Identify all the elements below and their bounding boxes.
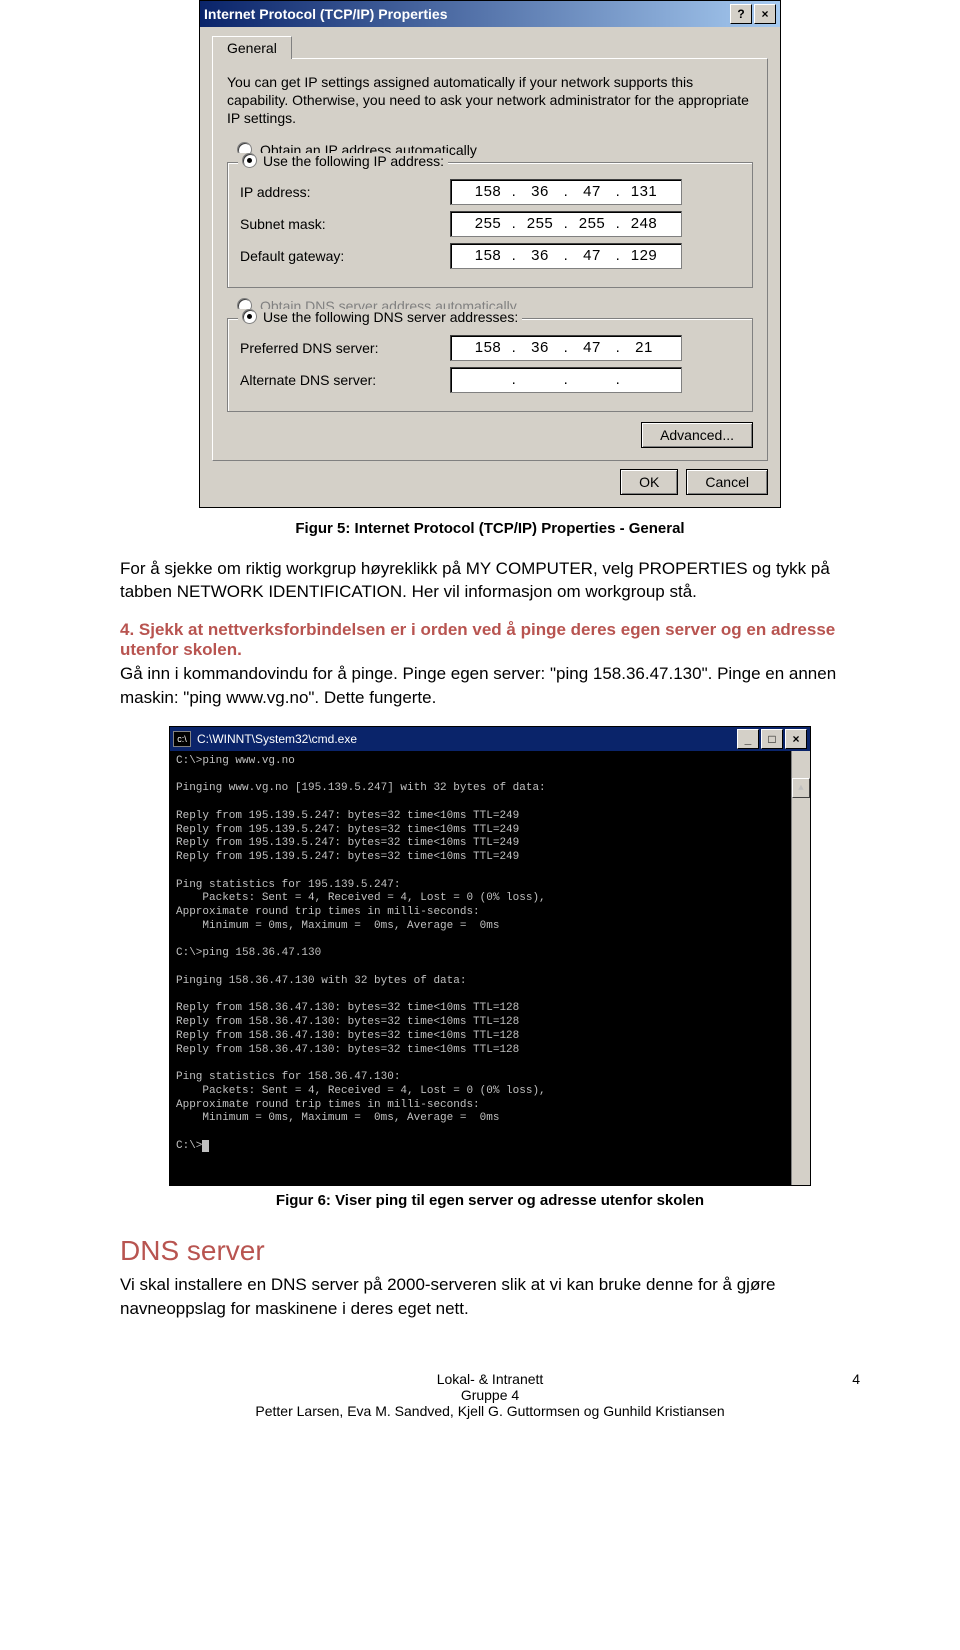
alt-dns-input[interactable]: . . . bbox=[450, 367, 682, 393]
cmd-title: C:\WINNT\System32\cmd.exe bbox=[197, 732, 735, 746]
scrollbar[interactable]: ▲ bbox=[791, 751, 810, 1185]
paragraph-1: For å sjekke om riktig workgrup høyrekli… bbox=[120, 557, 860, 605]
radio-use-dns-label: Use the following DNS server addresses: bbox=[263, 309, 518, 325]
radio-icon[interactable] bbox=[242, 309, 257, 324]
alt-dns-label: Alternate DNS server: bbox=[240, 372, 450, 388]
footer-line2: Gruppe 4 bbox=[120, 1387, 860, 1403]
cmd-window: c:\ C:\WINNT\System32\cmd.exe _ □ × C:\>… bbox=[169, 726, 811, 1186]
subnet-mask-input[interactable]: 255. 255. 255. 248 bbox=[450, 211, 682, 237]
maximize-button[interactable]: □ bbox=[761, 729, 783, 749]
tcpip-properties-dialog: Internet Protocol (TCP/IP) Properties ? … bbox=[199, 0, 781, 508]
footer-line3: Petter Larsen, Eva M. Sandved, Kjell G. … bbox=[120, 1403, 860, 1419]
cmd-output: C:\>ping www.vg.no Pinging www.vg.no [19… bbox=[170, 751, 810, 1185]
window-title: Internet Protocol (TCP/IP) Properties bbox=[204, 6, 728, 22]
radio-use-ip-label: Use the following IP address: bbox=[263, 153, 444, 169]
pref-dns-input[interactable]: 158. 36. 47. 21 bbox=[450, 335, 682, 361]
gateway-label: Default gateway: bbox=[240, 248, 450, 264]
gateway-input[interactable]: 158. 36. 47. 129 bbox=[450, 243, 682, 269]
cmd-text: C:\>ping www.vg.no Pinging www.vg.no [19… bbox=[176, 755, 546, 1152]
figure5-caption: Figur 5: Internet Protocol (TCP/IP) Prop… bbox=[120, 520, 860, 537]
close-button[interactable]: × bbox=[785, 729, 807, 749]
ok-button[interactable]: OK bbox=[620, 469, 678, 495]
cmd-titlebar: c:\ C:\WINNT\System32\cmd.exe _ □ × bbox=[170, 727, 810, 751]
description-text: You can get IP settings assigned automat… bbox=[227, 73, 753, 128]
radio-icon[interactable] bbox=[242, 153, 257, 168]
scroll-up-icon[interactable]: ▲ bbox=[792, 778, 810, 798]
ip-groupbox: Use the following IP address: IP address… bbox=[227, 162, 753, 288]
dns-groupbox: Use the following DNS server addresses: … bbox=[227, 318, 753, 412]
paragraph-2: Gå inn i kommandovindu for å pinge. Ping… bbox=[120, 662, 860, 710]
advanced-button[interactable]: Advanced... bbox=[641, 422, 753, 448]
paragraph-3: Vi skal installere en DNS server på 2000… bbox=[120, 1273, 860, 1321]
footer-line1: Lokal- & Intranett bbox=[120, 1371, 860, 1387]
figure6-caption: Figur 6: Viser ping til egen server og a… bbox=[120, 1192, 860, 1209]
step4-heading: 4. Sjekk at nettverksforbindelsen er i o… bbox=[120, 620, 860, 660]
cancel-button[interactable]: Cancel bbox=[686, 469, 768, 495]
page-footer: Lokal- & Intranett Gruppe 4 Petter Larse… bbox=[120, 1371, 860, 1419]
tab-general[interactable]: General bbox=[212, 36, 292, 59]
help-button[interactable]: ? bbox=[730, 4, 752, 24]
titlebar: Internet Protocol (TCP/IP) Properties ? … bbox=[200, 1, 780, 27]
subnet-mask-label: Subnet mask: bbox=[240, 216, 450, 232]
ip-address-label: IP address: bbox=[240, 184, 450, 200]
cursor-icon bbox=[202, 1140, 209, 1152]
tab-panel: You can get IP settings assigned automat… bbox=[212, 58, 768, 461]
cmd-icon: c:\ bbox=[173, 731, 191, 747]
section-heading-dns: DNS server bbox=[120, 1235, 860, 1267]
pref-dns-label: Preferred DNS server: bbox=[240, 340, 450, 356]
ip-address-input[interactable]: 158. 36. 47. 131 bbox=[450, 179, 682, 205]
page-number: 4 bbox=[852, 1371, 860, 1387]
minimize-button[interactable]: _ bbox=[737, 729, 759, 749]
close-button[interactable]: × bbox=[754, 4, 776, 24]
